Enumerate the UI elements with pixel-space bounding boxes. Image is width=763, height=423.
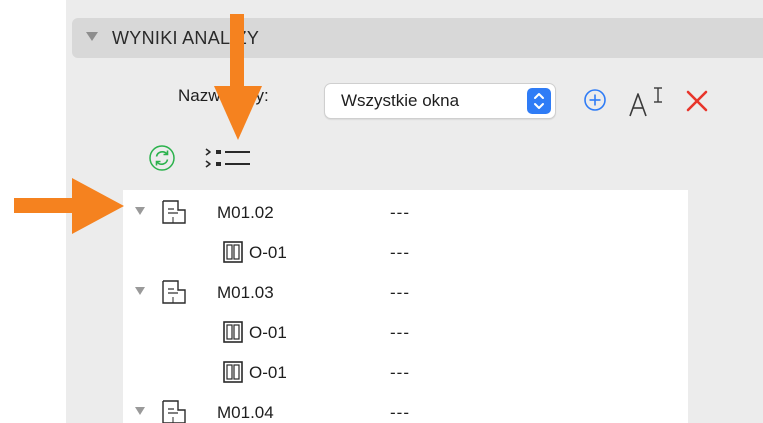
row-value: ---	[390, 403, 410, 422]
x-icon	[686, 90, 708, 112]
zone-icon	[161, 199, 187, 225]
screenshot-root: WYNIKI ANALIZY Nazwa listy: Wszystkie ok…	[0, 0, 763, 423]
row-value: ---	[390, 243, 410, 262]
list-expand-icon	[205, 148, 250, 168]
list-select[interactable]: Wszystkie okna	[324, 83, 556, 119]
row-value: ---	[390, 323, 410, 342]
window-name: O-01	[249, 323, 287, 342]
zone-name: M01.02	[217, 203, 274, 222]
plus-circle-icon	[584, 89, 606, 111]
row-value: ---	[390, 283, 410, 302]
text-rename-icon	[629, 87, 662, 117]
collapse-triangle-icon[interactable]	[86, 32, 98, 41]
window-icon	[223, 321, 243, 343]
expand-list-button[interactable]	[204, 144, 254, 172]
window-icon	[223, 241, 243, 263]
tree-row-window[interactable]: O-01 ---	[123, 232, 688, 272]
zone-icon	[161, 399, 187, 423]
list-select-value: Wszystkie okna	[341, 91, 460, 110]
zone-icon	[161, 279, 187, 305]
refresh-button[interactable]	[148, 144, 176, 172]
zone-name: M01.03	[217, 283, 274, 302]
results-tree[interactable]: M01.02 --- O-01 --- M01.03 --- O-01 --- …	[123, 190, 688, 423]
row-value: ---	[390, 363, 410, 382]
tree-row-window[interactable]: O-01 ---	[123, 352, 688, 392]
tree-row-zone[interactable]: M01.03 ---	[123, 272, 688, 312]
window-name: O-01	[249, 243, 287, 262]
section-title: WYNIKI ANALIZY	[112, 28, 260, 48]
refresh-icon	[149, 145, 175, 171]
delete-list-button[interactable]	[685, 89, 709, 113]
window-name: O-01	[249, 363, 287, 382]
rename-list-button[interactable]	[626, 84, 666, 118]
row-value: ---	[390, 203, 410, 222]
select-stepper-icon	[527, 88, 551, 114]
window-icon	[223, 361, 243, 383]
disclosure-triangle-icon[interactable]	[135, 407, 145, 415]
disclosure-triangle-icon[interactable]	[135, 207, 145, 215]
tree-row-zone[interactable]: M01.04 ---	[123, 392, 688, 423]
list-name-label: Nazwa listy:	[178, 86, 269, 105]
add-list-button[interactable]	[584, 89, 606, 111]
disclosure-triangle-icon[interactable]	[135, 287, 145, 295]
tree-row-window[interactable]: O-01 ---	[123, 312, 688, 352]
section-header[interactable]: WYNIKI ANALIZY	[72, 18, 763, 58]
tree-row-zone[interactable]: M01.02 ---	[123, 192, 688, 232]
zone-name: M01.04	[217, 403, 274, 422]
